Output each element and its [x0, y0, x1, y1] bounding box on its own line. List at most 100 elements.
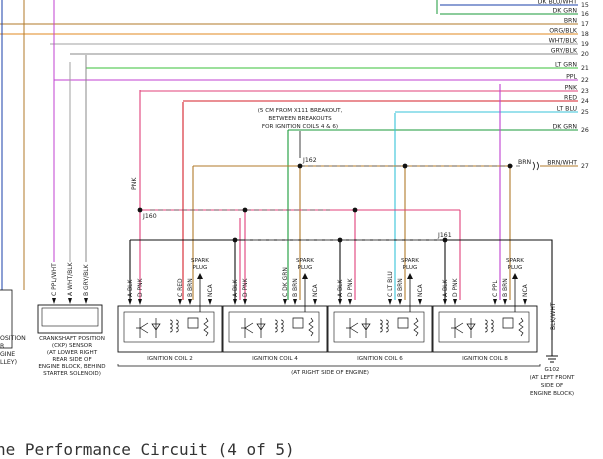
ignition-coils: A BLK D PNK C RED B BRN NCASPARKPLUGIGNITION… — [117, 258, 538, 362]
wire-label-27: BRN/WHT — [547, 160, 577, 167]
j161-label: J161 — [437, 232, 452, 239]
wire-number-26: 26 — [581, 127, 589, 134]
spark-plug-label: PLUG — [193, 265, 208, 271]
breakout-note-line1: (5 CM FROM X111 BREAKOUT, — [258, 108, 343, 114]
wire-number-25: 25 — [581, 109, 589, 116]
spark-plug-icon — [407, 273, 413, 279]
ignition-coil-4: A BLK D PNK C PPL B BRN NCA SPARKPLUG IGNITION… — [432, 258, 538, 362]
spark-plug-label: PLUG — [298, 265, 313, 271]
wire-label-25: LT BLU — [557, 106, 577, 113]
ground-wire-label: BLK/WHT — [550, 302, 557, 330]
wire-number-16: 16 — [581, 11, 589, 18]
breakout-note-line3: FOR IGNITION COILS 4 & 6) — [262, 124, 338, 130]
spark-plug-label: PLUG — [508, 265, 523, 271]
coil-pin-label: NCA — [522, 283, 529, 297]
ckp-pin-b: B GRY/BLK — [83, 263, 90, 296]
wire-number-15: 15 — [581, 2, 589, 9]
left-sensor-line1: OSITION — [0, 335, 26, 342]
ground-name: G102 — [544, 367, 559, 373]
coil-pin-label: NCA — [312, 283, 319, 297]
wire-label-21: LT GRN — [555, 62, 577, 69]
coil-pin-label: B BRN — [397, 278, 404, 297]
wire-number-19: 19 — [581, 41, 589, 48]
coil-pin-label: D PNK — [137, 277, 144, 297]
spark-plug-icon — [197, 273, 203, 279]
ckp-pin-a: A WHT/BLK — [67, 261, 74, 296]
wire-number-21: 21 — [581, 65, 589, 72]
wire-label-22: PPL — [566, 74, 577, 81]
coil-pin-label: D PNK — [347, 277, 354, 297]
wire-lines — [0, 0, 578, 167]
ckp-label-3: (AT LOWER RIGHT — [47, 350, 98, 356]
coil-name: IGNITION COIL 4 — [252, 356, 298, 362]
coil-pin-label: C LT BLU — [387, 271, 394, 297]
ckp-label-5: ENGINE BLOCK, BEHIND — [38, 364, 105, 370]
left-sensor-line3: GINE — [0, 351, 15, 358]
ignition-coil-1: A BLK D PNK C RED B BRN NCA SPARKPLUG IGNITION… — [117, 258, 223, 362]
coil-name: IGNITION COIL 8 — [462, 356, 508, 362]
spark-plug-label: SPARK — [191, 258, 209, 264]
ignition-coil-3: A BLK D PNK C LT BLU B BRN NCA SPARKPLUG IGNIT… — [327, 258, 433, 362]
spark-plug-icon — [302, 273, 308, 279]
left-sensor-line2: R — [0, 343, 5, 350]
coil-driver-icon — [241, 317, 314, 338]
j160-label: J160 — [142, 213, 157, 220]
coil-pin-label: NCA — [207, 283, 214, 297]
coil-pin-label: C DK GRN — [282, 267, 289, 297]
splice-dots — [137, 163, 513, 243]
ground-loc-1: (AT LEFT FRONT — [530, 375, 575, 381]
left-sensor-line4: LLEY) — [0, 359, 17, 366]
inline-connector-icon — [532, 161, 539, 171]
wire27-inline-label: BRN — [518, 159, 532, 166]
spark-plug-label: SPARK — [296, 258, 314, 264]
ckp-label-4: REAR SIDE OF — [52, 357, 91, 363]
ckp-sensor: C PPL/WHT A WHT/BLK B GRY/BLK CRANKSHAFT… — [37, 261, 106, 377]
wire-label-24: RED — [564, 95, 577, 102]
ckp-label-1: CRANKSHAFT POSITION — [39, 336, 105, 342]
breakout-note-line2: BETWEEN BREAKOUTS — [268, 116, 332, 122]
spark-plug-label: PLUG — [403, 265, 418, 271]
wire-number-20: 20 — [581, 51, 589, 58]
wire-number-24: 24 — [581, 98, 589, 105]
engine-side-bracket — [117, 364, 541, 367]
engine-side-label: (AT RIGHT SIDE OF ENGINE) — [291, 370, 369, 376]
coil-name: IGNITION COIL 2 — [147, 356, 193, 362]
coil-driver-icon — [346, 317, 419, 338]
ckp-label-6: STARTER SOLENOID) — [43, 371, 101, 377]
pnk-vertical-label: PNK — [131, 177, 138, 190]
wire-number-23: 23 — [581, 88, 589, 95]
wire-number-18: 18 — [581, 31, 589, 38]
ckp-label-2: (CKP) SENSOR — [52, 343, 92, 349]
coil-driver-icon — [451, 317, 524, 338]
coil-driver-icon — [136, 317, 209, 338]
j162-label: J162 — [302, 157, 317, 164]
spark-plug-label: SPARK — [401, 258, 419, 264]
wire-number-27: 27 — [581, 163, 589, 170]
coil-pin-label: A BLK — [232, 279, 239, 297]
coil-pin-label: A BLK — [442, 279, 449, 297]
shield-lines — [150, 165, 520, 241]
wire-label-17: BRN — [564, 18, 578, 25]
wire-labels: DK BLU/WHT 15 DK GRN 16BRN 17ORG/BLK 18WHT/BL… — [538, 0, 589, 170]
wiring-diagram: DK BLU/WHT 15DK GRN 16BRN 17ORG/BLK 18WHT/BL… — [0, 0, 589, 397]
coil-pin-label: B BRN — [502, 278, 509, 297]
wire-label-18: ORG/BLK — [549, 28, 578, 35]
ground-g102: BLK/WHT G102 (AT LEFT FRONT SIDE OF ENGI… — [530, 302, 575, 397]
coil-pin-label: C PPL — [492, 280, 499, 297]
coil-pin-label: B BRN — [292, 278, 299, 297]
wire-number-17: 17 — [581, 21, 589, 28]
wire-label-20: GRY/BLK — [551, 48, 578, 55]
spark-plug-icon — [512, 273, 518, 279]
ground-loc-3: ENGINE BLOCK) — [530, 391, 574, 397]
coil-pin-label: D PNK — [242, 277, 249, 297]
coil-name: IGNITION COIL 6 — [357, 356, 403, 362]
wire-label-16: DK GRN — [552, 8, 577, 15]
wire-label-19: WHT/BLK — [549, 38, 578, 45]
ground-loc-2: SIDE OF — [541, 383, 563, 389]
coil-pin-label: A BLK — [127, 279, 134, 297]
wire-label-23: PNK — [565, 85, 578, 92]
coil-pin-label: A BLK — [337, 279, 344, 297]
wire-label-15: DK BLU/WHT — [538, 0, 578, 6]
wire-number-22: 22 — [581, 77, 589, 84]
coil-pin-label: B BRN — [187, 278, 194, 297]
